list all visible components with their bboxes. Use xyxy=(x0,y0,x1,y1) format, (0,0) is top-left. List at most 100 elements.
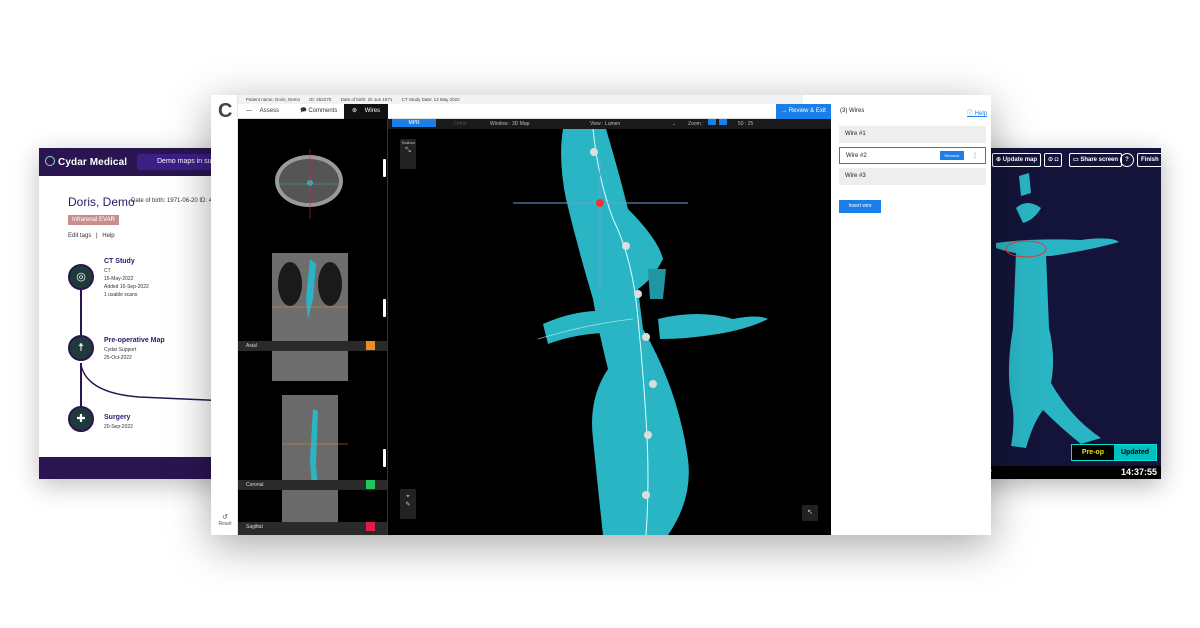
timeline-line: Cydar Support xyxy=(104,347,137,353)
brand-name: Cydar Medical xyxy=(58,157,128,168)
surgery-icon[interactable]: ✚ xyxy=(68,406,94,432)
timeline-branch-line xyxy=(80,364,229,402)
timeline-title[interactable]: Surgery xyxy=(104,414,130,421)
updated-option[interactable]: Updated xyxy=(1114,445,1156,460)
procedure-tag: Infrarenal EVAR xyxy=(68,215,119,225)
viewport-label: Axial xyxy=(246,343,257,349)
viewport-toolbar: MPR Ortho Window : 3D Map View : Lumen ⌄… xyxy=(388,119,832,129)
patient-dob: Date of birth: 20 Jun 1971 xyxy=(340,97,393,102)
toolbox-label: Toolbox xyxy=(401,140,415,145)
mpr-button[interactable]: MPR xyxy=(392,119,436,127)
tab-assess[interactable]: — Assess xyxy=(246,104,279,119)
viewport-label: Coronal xyxy=(246,482,264,488)
update-map-button[interactable]: ⊕ Update map xyxy=(992,153,1042,167)
pre-op-option[interactable]: Pre-op xyxy=(1072,445,1114,460)
map-icon: ⊕ xyxy=(996,157,1003,163)
reset-icon: ↺ xyxy=(222,514,228,521)
dash-icon: — xyxy=(246,108,254,114)
wire-label: Wire #2 xyxy=(846,153,867,159)
coronal-label-bar: Coronal xyxy=(238,480,387,490)
share-screen-label: Share screen xyxy=(1080,157,1119,163)
patient-timeline-window: Cydar Medical Demo maps in surgery Doris… xyxy=(39,148,229,479)
share-screen-button[interactable]: ▭ Share screen xyxy=(1069,153,1123,167)
sagittal-color-swatch[interactable] xyxy=(366,522,375,531)
wire-item-selected[interactable]: Wire #2 Remove ⋮ xyxy=(839,147,986,164)
zoom-label: Zoom : xyxy=(688,121,704,127)
ct-slice-images xyxy=(272,149,348,523)
edit-tags-link[interactable]: Edit tags xyxy=(68,233,91,239)
opacity-readout[interactable]: 50 : 25 xyxy=(738,119,753,129)
window-select[interactable]: Window : 3D Map xyxy=(490,119,529,129)
expand-icon: ⤡ xyxy=(405,147,411,154)
timeline-detail: Cydar Support 25-Oct-2022 xyxy=(104,346,136,362)
wire-planning-window: С ↺ Reset Patient name: Doris, Demo ID: … xyxy=(211,95,991,535)
wire-label: Wire #3 xyxy=(845,173,866,179)
timeline-line: 1 usable scans xyxy=(104,292,138,298)
timeline-detail: CT 15-May-2022 Added 16-Sep-2022 1 usabl… xyxy=(104,267,149,299)
viewport-label: Sagittal xyxy=(246,524,263,530)
coronal-color-swatch[interactable] xyxy=(366,480,375,489)
aorta-3d-render xyxy=(996,173,1119,448)
tab-wires[interactable]: ⊛ Wires xyxy=(344,104,389,119)
axial-slice-slider[interactable] xyxy=(383,159,386,177)
chevron-down-icon: ⌄ xyxy=(672,121,677,127)
cydar-logo-icon xyxy=(45,156,55,166)
zoom-out-button[interactable] xyxy=(708,119,716,125)
timeline-line: Added 16-Sep-2022 xyxy=(104,284,149,290)
pointer-tool[interactable]: ↖ xyxy=(802,505,818,521)
finish-button[interactable]: Finish xyxy=(1137,153,1161,167)
study-date: CT Study Date: 13 May 2022 xyxy=(401,97,460,102)
tab-comments[interactable]: 🗩 Comments xyxy=(300,104,337,119)
more-options-icon[interactable]: ⋮ xyxy=(972,148,978,165)
insert-wire-button[interactable]: Insert wire xyxy=(839,200,881,213)
top-nav-bar: Cydar Medical Demo maps in surgery xyxy=(39,148,229,176)
review-exit-button[interactable]: → Review & Exit xyxy=(776,104,831,119)
vessel-3d-render xyxy=(513,129,768,535)
patient-info-bar: Patient name: Doris, Demo ID: 462270 Dat… xyxy=(238,95,803,104)
tab-label: Assess xyxy=(259,108,280,114)
help-link[interactable]: Help xyxy=(102,233,114,239)
status-bar: y 14:37:55 xyxy=(971,466,1161,479)
view-select[interactable]: View : Lumen xyxy=(590,119,620,129)
brand-logo[interactable]: Cydar Medical xyxy=(45,156,127,168)
composite-screenshot: Cydar Medical Demo maps in surgery Doris… xyxy=(0,0,1200,628)
wire-item[interactable]: Wire #3 xyxy=(839,168,986,185)
ct-study-icon[interactable]: ◎ xyxy=(68,264,94,290)
axial-color-swatch[interactable] xyxy=(366,341,375,350)
surgery-view-window: ⊕ Update map ⊙ ◘ ▭ Share screen ? Finish… xyxy=(971,148,1161,479)
patient-links: Edit tags | Help xyxy=(68,233,115,239)
cursor-icon: ⌖ xyxy=(406,494,410,500)
main-3d-viewport[interactable]: MPR Ortho Window : 3D Map View : Lumen ⌄… xyxy=(387,119,832,535)
sagittal-slice-slider[interactable] xyxy=(383,449,386,467)
timeline-title[interactable]: CT Study xyxy=(104,258,135,265)
timeline-title[interactable]: Pre-operative Map xyxy=(104,337,165,344)
pre-op-map-icon[interactable]: ☨ xyxy=(68,335,94,361)
tab-label: Comments xyxy=(308,108,338,114)
app-logo-icon[interactable]: С xyxy=(218,100,232,123)
wire-label: Wire #1 xyxy=(845,131,866,137)
pre-op-updated-toggle[interactable]: Pre-op Updated xyxy=(1071,444,1157,461)
patient-id: ID: 462270 xyxy=(309,97,332,102)
coronal-slice-slider[interactable] xyxy=(383,299,386,317)
slice-viewports: Axial Coronal Sagittal xyxy=(238,119,387,535)
zoom-in-button[interactable] xyxy=(719,119,727,125)
timeline-connector xyxy=(80,284,82,336)
timeline-connector xyxy=(80,363,82,407)
help-button[interactable]: ? xyxy=(1120,153,1134,167)
camera-button[interactable]: ⊙ ◘ xyxy=(1044,153,1063,167)
view-tools-panel[interactable]: ⌖ ✎ xyxy=(400,489,416,519)
wire-icon: ⊛ xyxy=(352,108,359,114)
help-link[interactable]: ⓘ Help xyxy=(967,108,987,117)
pointer-icon: ↖ xyxy=(807,509,813,516)
clock: 14:37:55 xyxy=(1120,467,1157,477)
update-map-label: Update map xyxy=(1002,157,1038,163)
remove-wire-button[interactable]: Remove xyxy=(940,151,964,160)
tab-label: Wires xyxy=(364,108,381,114)
patient-name: Patient name: Doris, Demo xyxy=(246,97,301,102)
wire-item[interactable]: Wire #1 xyxy=(839,126,986,143)
axial-label-bar: Axial xyxy=(238,341,387,351)
mode-label[interactable]: Ortho xyxy=(454,119,467,129)
reset-button[interactable]: ↺ Reset xyxy=(214,513,236,527)
help-label: Help xyxy=(974,111,987,117)
toolbox-panel[interactable]: Toolbox ⤡ xyxy=(400,139,416,169)
